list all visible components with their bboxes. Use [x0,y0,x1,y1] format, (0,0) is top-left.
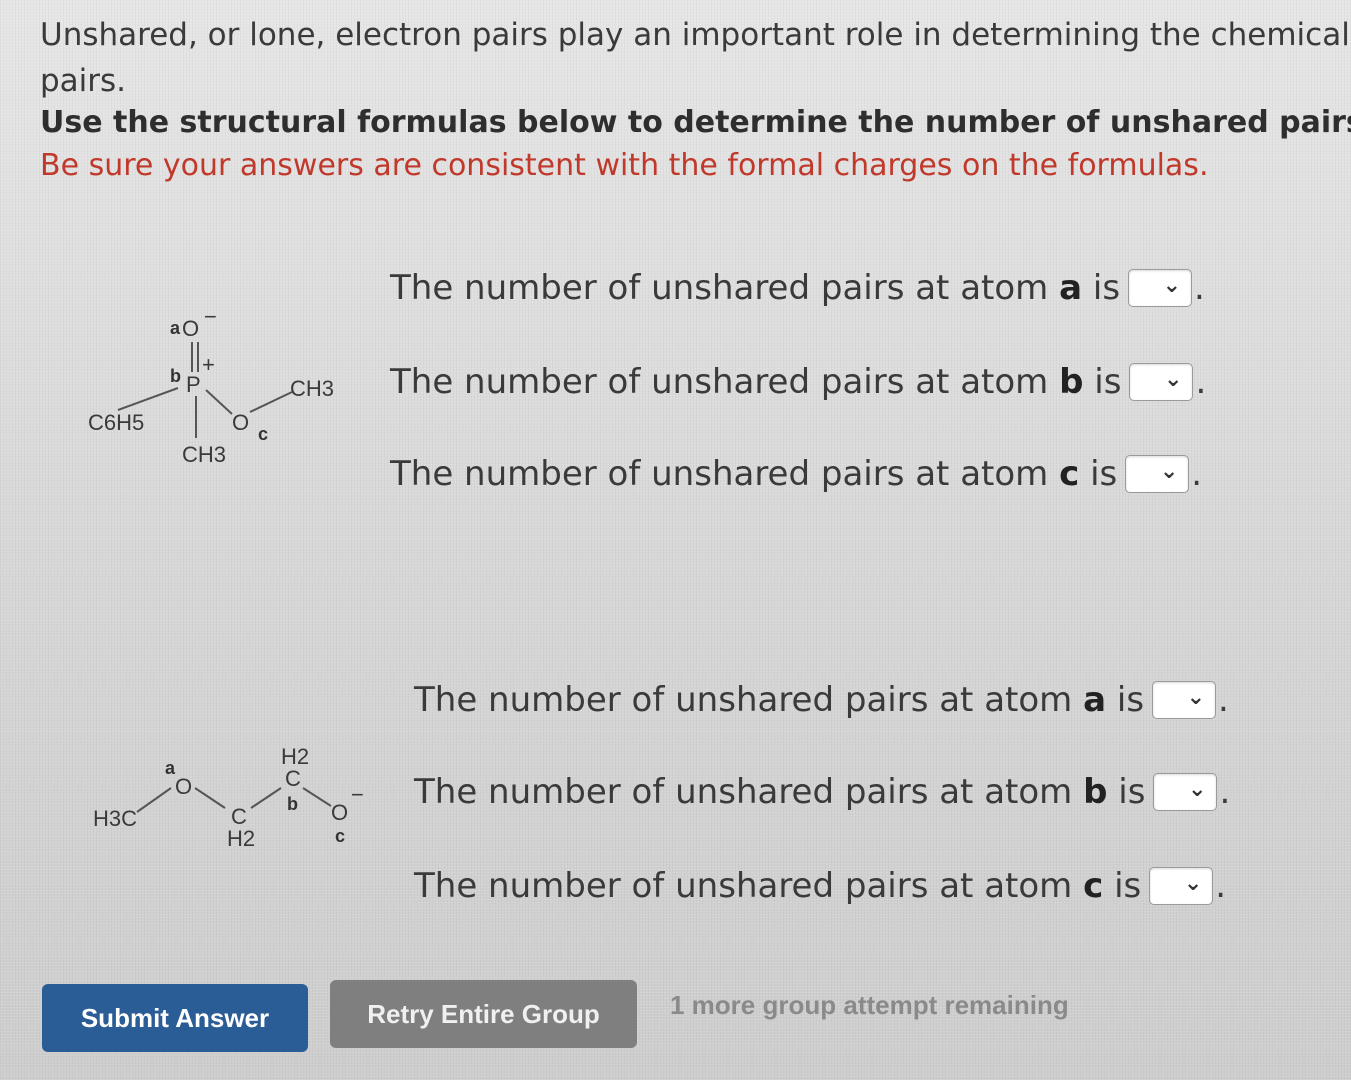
question-2-atom-b: The number of unshared pairs at atom b i… [414,772,1231,812]
atom-c-top: C [285,766,301,791]
question-prefix: The number of unshared pairs at atom [414,680,1073,720]
atom-letter: a [1059,268,1083,308]
question-prefix: The number of unshared pairs at atom [414,866,1073,906]
question-prefix: The number of unshared pairs at atom [390,454,1049,494]
bond-ch2-o [302,787,332,807]
atom-h3c: H3C [93,806,137,831]
charge-plus: + [202,352,215,377]
atom-o-mid: O [232,410,249,435]
bond-o-ch2 [194,787,226,809]
structural-formula-2: H3C a O C H2 H2 C b O − c [85,740,385,870]
question-suffix: is [1094,362,1122,402]
bond-o-ch3 [249,391,293,413]
atom-p: P [186,372,201,397]
question-prefix: The number of unshared pairs at atom [414,772,1073,812]
question-header: Unshared, or lone, electron pairs play a… [40,12,1351,188]
answer-select-1a[interactable]: ⌄ [1128,269,1193,307]
question-suffix: is [1118,772,1146,812]
bond-ch2-ch2 [250,787,282,809]
question-prefix: The number of unshared pairs at atom [390,268,1049,308]
bond-h3c-o [136,787,172,813]
instruction-text: Use the structural formulas below to det… [40,105,1351,140]
intro-text: Unshared, or lone, electron pairs play a… [40,17,1351,53]
atom-label-a: a [170,318,181,338]
atom-letter: c [1083,866,1104,906]
atom-ch3-right: CH3 [290,376,334,401]
answer-select-1b[interactable]: ⌄ [1129,363,1194,401]
atom-ch3-bottom: CH3 [182,442,226,467]
atom-letter: a [1083,680,1107,720]
question-prefix: The number of unshared pairs at atom [390,362,1049,402]
question-suffix: is [1116,680,1145,720]
charge-minus: − [351,782,364,807]
atom-o-right: O [331,800,348,825]
answer-select-2b[interactable]: ⌄ [1153,773,1218,811]
bond-p-o [205,389,233,415]
atom-letter: b [1083,772,1108,812]
formal-charge-note: Be sure your answers are consistent with… [40,148,1209,183]
atom-label-b: b [170,366,181,386]
charge-minus: − [204,304,217,329]
chevron-down-icon: ⌄ [1162,273,1182,298]
question-1-atom-c: The number of unshared pairs at atom c i… [390,454,1203,494]
chevron-down-icon: ⌄ [1186,685,1206,710]
attempts-remaining-text: 1 more group attempt remaining [670,990,1069,1020]
question-1-atom-b: The number of unshared pairs at atom b i… [390,362,1207,402]
chevron-down-icon: ⌄ [1159,459,1179,484]
answer-select-2a[interactable]: ⌄ [1152,681,1217,719]
atom-h2-low: H2 [227,826,255,851]
intro-text-continued: pairs. [40,63,127,99]
submit-answer-button[interactable]: Submit Answer [42,984,308,1052]
atom-o-left: O [175,774,192,799]
chevron-down-icon: ⌄ [1183,871,1203,896]
answer-select-2c[interactable]: ⌄ [1149,867,1214,905]
atom-label-c: c [258,424,268,444]
chevron-down-icon: ⌄ [1164,367,1183,392]
atom-o-top: O [182,316,199,341]
retry-entire-group-button[interactable]: Retry Entire Group [330,980,637,1048]
atom-label-b: b [287,794,298,814]
atom-c6h5: C6H5 [88,410,144,435]
atom-letter: c [1059,454,1080,494]
structural-formula-1: a O − b P + C6H5 O c CH3 CH3 [80,300,360,480]
atom-letter: b [1059,362,1084,402]
answer-select-1c[interactable]: ⌄ [1125,455,1190,493]
question-2-atom-c: The number of unshared pairs at atom c i… [414,866,1227,906]
chevron-down-icon: ⌄ [1188,777,1207,802]
question-suffix: is [1090,454,1118,494]
bond-c6h5-p [117,387,179,411]
question-1-atom-a: The number of unshared pairs at atom a i… [390,268,1205,308]
question-2-atom-a: The number of unshared pairs at atom a i… [414,680,1229,720]
atom-label-c: c [335,826,345,846]
question-suffix: is [1114,866,1142,906]
question-suffix: is [1092,268,1121,308]
